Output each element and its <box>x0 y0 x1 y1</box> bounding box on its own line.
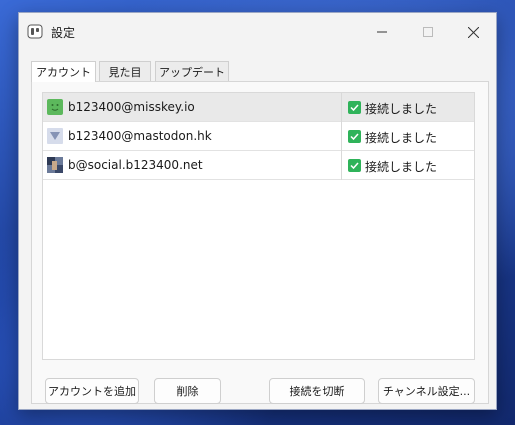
minimize-button[interactable] <box>359 13 405 51</box>
connection-status: 接続しました <box>365 102 438 116</box>
close-icon <box>467 26 479 38</box>
column-divider <box>341 122 342 151</box>
maximize-icon <box>423 27 433 37</box>
connected-check-icon <box>348 159 361 172</box>
channel-settings-button[interactable]: チャンネル設定... <box>378 378 475 404</box>
connected-check-icon <box>348 101 361 114</box>
tab-update[interactable]: アップデート <box>155 61 229 81</box>
account-row[interactable]: b123400@mastodon.hk 接続しました <box>43 122 474 151</box>
minimize-icon <box>377 31 387 33</box>
account-panel: b123400@misskey.io 接続しました b123400@mastod… <box>31 81 489 404</box>
maximize-button[interactable] <box>405 13 451 51</box>
account-row[interactable]: b123400@misskey.io 接続しました <box>43 93 474 122</box>
delete-button[interactable]: 削除 <box>154 378 221 404</box>
avatar-social-icon <box>47 157 63 173</box>
column-divider <box>341 93 342 122</box>
add-account-button[interactable]: アカウントを追加 <box>45 378 139 404</box>
disconnect-button[interactable]: 接続を切断 <box>269 378 365 404</box>
close-button[interactable] <box>450 13 496 51</box>
app-icon <box>27 24 43 39</box>
connection-status: 接続しました <box>365 160 438 174</box>
title-bar[interactable]: 設定 <box>19 13 496 51</box>
account-name: b123400@misskey.io <box>68 100 195 114</box>
connected-check-icon <box>348 130 361 143</box>
account-name: b@social.b123400.net <box>68 158 203 172</box>
account-list[interactable]: b123400@misskey.io 接続しました b123400@mastod… <box>42 92 475 360</box>
avatar-mastodon-icon <box>47 128 63 144</box>
avatar-misskey-icon <box>47 99 63 115</box>
account-row[interactable]: b@social.b123400.net 接続しました <box>43 151 474 180</box>
account-name: b123400@mastodon.hk <box>68 129 212 143</box>
column-divider <box>341 151 342 180</box>
settings-window: 設定 アカウント 見た目 アップデート b123400@misskey.io 接… <box>18 12 497 410</box>
window-title: 設定 <box>51 26 76 40</box>
tab-account[interactable]: アカウント <box>31 61 96 82</box>
tab-appearance[interactable]: 見た目 <box>99 61 151 81</box>
connection-status: 接続しました <box>365 131 438 145</box>
